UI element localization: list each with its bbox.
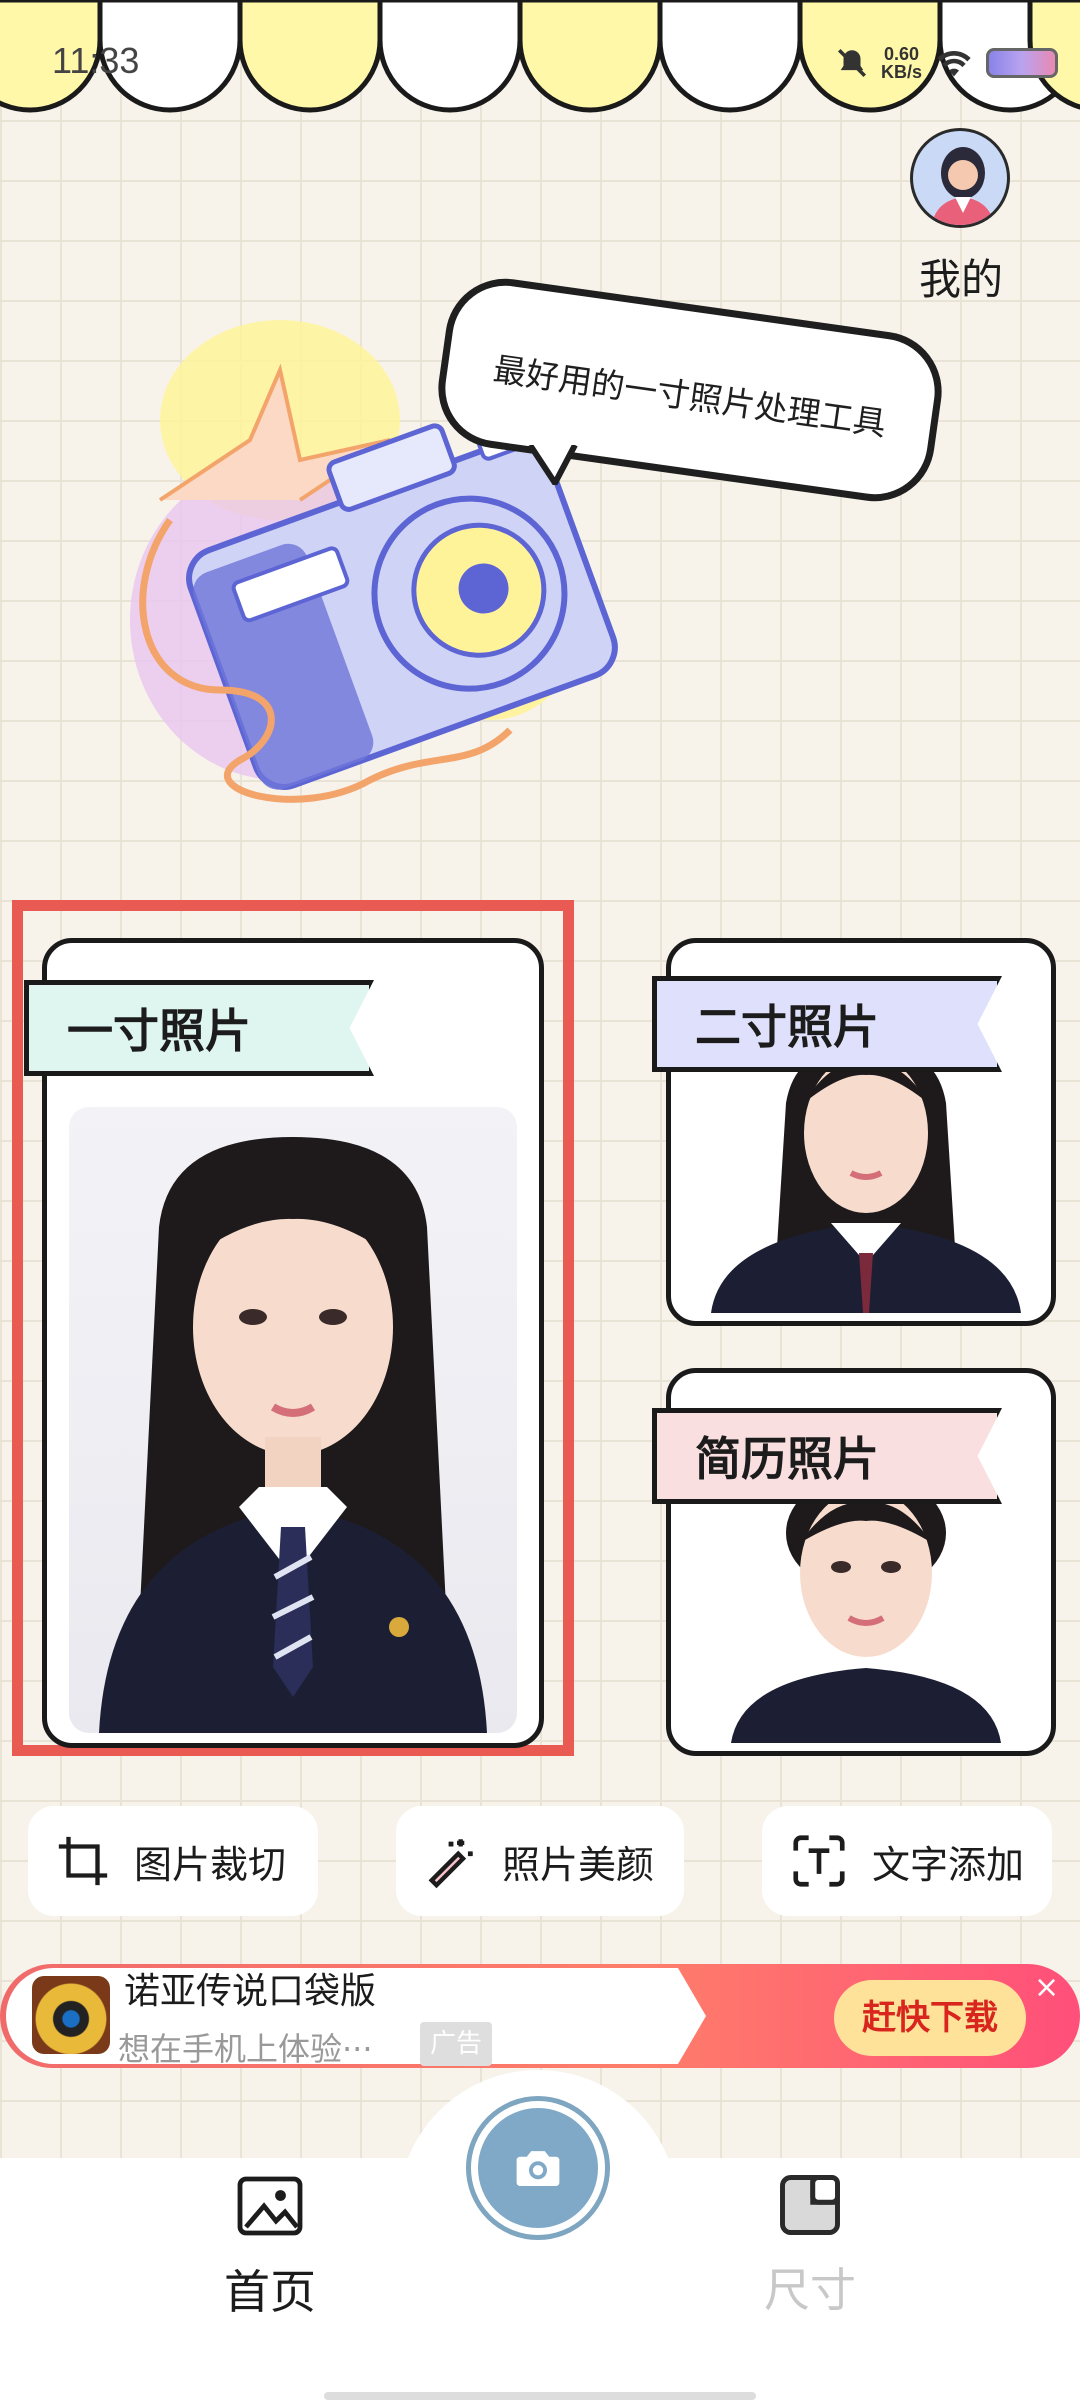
ribbon-two-inch: 二寸照片 [652, 976, 1002, 1072]
ribbon-one-inch: 一寸照片 [24, 980, 374, 1076]
mine-label[interactable]: 我的 [900, 246, 1022, 307]
tool-text[interactable]: 文字添加 [762, 1806, 1052, 1916]
ad-title: 诺亚传说口袋版 [124, 1971, 377, 2012]
net-speed: 0.60 KB/s [880, 44, 922, 82]
photo-two-inch [691, 1063, 1041, 1313]
photo-one-inch [69, 1107, 517, 1733]
user-avatar-icon [931, 147, 995, 225]
crop-icon [58, 1836, 108, 1886]
speech-bubble-tail [527, 445, 578, 485]
ad-tag: 广告 [420, 2022, 493, 2066]
ad-close-icon[interactable]: × [1034, 1970, 1059, 2005]
ad-app-icon [32, 1976, 110, 2054]
ad-download-button[interactable]: 赶快下载 [834, 1980, 1026, 2056]
nav-home-label: 首页 [224, 2265, 316, 2319]
magic-wand-icon [428, 1839, 473, 1889]
image-icon [237, 2176, 303, 2236]
mute-icon [837, 48, 866, 78]
nav-size[interactable]: 尺寸 [710, 2172, 910, 2320]
wifi-icon [937, 50, 971, 77]
tool-text-label: 文字添加 [872, 1842, 1025, 1887]
status-icons: 0.60 KB/s [835, 40, 1058, 86]
tool-crop-label: 图片裁切 [134, 1842, 287, 1887]
size-layout-icon [780, 2175, 840, 2235]
camera-button-inner [478, 2108, 598, 2228]
ad-subtitle: 想在手机上体验··· [118, 2030, 373, 2068]
mine-avatar[interactable] [910, 128, 1010, 228]
camera-button[interactable] [466, 2096, 610, 2240]
battery-icon [986, 48, 1058, 78]
tool-crop[interactable]: 图片裁切 [28, 1806, 318, 1916]
home-indicator [324, 2392, 756, 2400]
photo-resume [691, 1493, 1041, 1743]
portrait-photo [99, 1137, 487, 1733]
ribbon-resume: 简历照片 [652, 1408, 1002, 1504]
nav-size-label: 尺寸 [764, 2263, 856, 2317]
tool-beauty[interactable]: 照片美颜 [396, 1806, 684, 1916]
text-icon [793, 1835, 845, 1887]
tool-beauty-label: 照片美颜 [502, 1842, 655, 1887]
camera-icon [516, 2151, 560, 2186]
nav-home[interactable]: 首页 [170, 2172, 370, 2322]
status-time: 11:33 [52, 40, 140, 81]
